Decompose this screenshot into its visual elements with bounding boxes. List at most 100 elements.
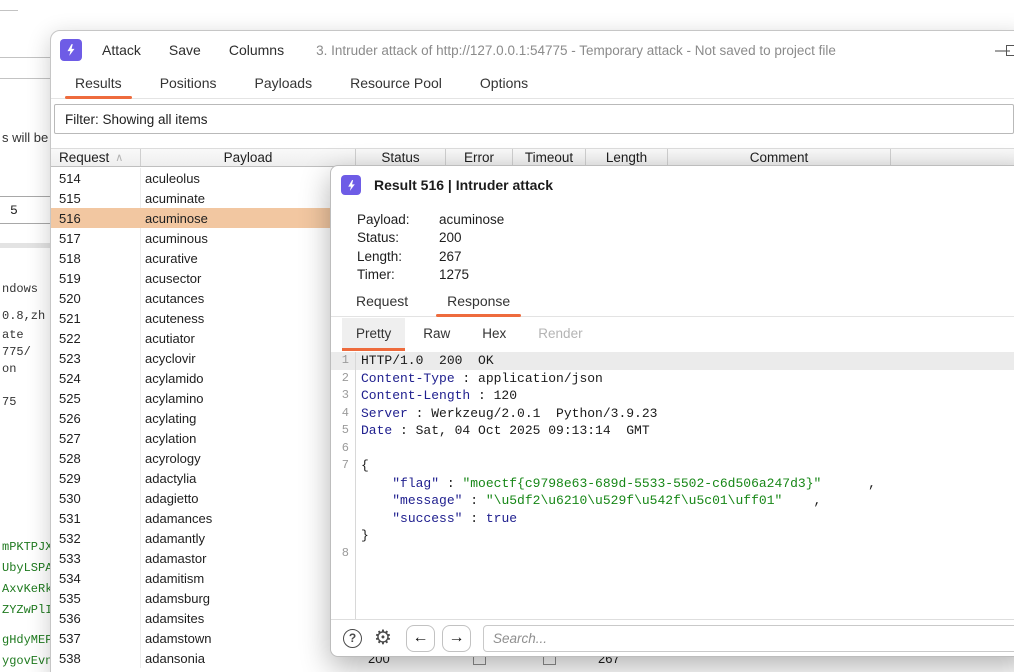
code-line: 5Date : Sat, 04 Oct 2025 09:13:14 GMT xyxy=(331,422,1014,440)
tab-payloads[interactable]: Payloads xyxy=(241,69,327,98)
code-line: 7{ xyxy=(331,457,1014,475)
tab-response[interactable]: Response xyxy=(433,288,524,316)
line-number: 7 xyxy=(331,457,349,475)
column-header-length[interactable]: Length xyxy=(586,149,668,166)
cell-payload: acuminose xyxy=(141,208,356,228)
cell-request: 514 xyxy=(51,168,141,188)
column-label: Comment xyxy=(750,150,809,165)
view-tab-pretty[interactable]: Pretty xyxy=(342,318,405,351)
window-titlebar: AttackSaveColumns 3. Intruder attack of … xyxy=(51,31,1014,69)
line-number: 3 xyxy=(331,387,349,405)
cell-request: 520 xyxy=(51,288,141,308)
menu-bar: AttackSaveColumns xyxy=(82,42,298,58)
code-segment-plain: , xyxy=(782,493,821,508)
code-text: { xyxy=(349,457,369,475)
maximize-button[interactable] xyxy=(1006,45,1014,56)
cell-request: 527 xyxy=(51,428,141,448)
cell-payload: acyrology xyxy=(141,448,356,468)
line-number: 5 xyxy=(331,422,349,440)
cell-payload: acylamido xyxy=(141,368,356,388)
cell-request: 528 xyxy=(51,448,141,468)
cell-request: 537 xyxy=(51,628,141,648)
column-header-payload[interactable]: Payload xyxy=(141,149,356,166)
background-text-fragment: s will be xyxy=(2,130,48,145)
column-header-status[interactable]: Status xyxy=(356,149,446,166)
cell-payload: adagietto xyxy=(141,488,356,508)
response-editor[interactable]: 1HTTP/1.0 200 OK2Content-Type : applicat… xyxy=(331,352,1014,619)
cell-request: 530 xyxy=(51,488,141,508)
search-input[interactable] xyxy=(483,625,1014,652)
popup-titlebar: Result 516 | Intruder attack xyxy=(331,166,1014,204)
background-window-edge xyxy=(0,57,50,58)
cell-request: 517 xyxy=(51,228,141,248)
code-text: } xyxy=(349,527,369,545)
code-text xyxy=(349,440,361,458)
line-number: 2 xyxy=(331,370,349,388)
column-label: Status xyxy=(381,150,419,165)
background-field-fragment: 5 xyxy=(0,196,50,224)
view-mode-tabbar: PrettyRawHexRender xyxy=(331,318,1014,351)
cell-payload: acuminous xyxy=(141,228,356,248)
tab-options[interactable]: Options xyxy=(466,69,542,98)
code-line: 2Content-Type : application/json xyxy=(331,370,1014,388)
help-icon[interactable]: ? xyxy=(343,629,362,648)
burp-intruder-icon xyxy=(60,39,82,61)
info-row: Payload:acuminose xyxy=(357,210,504,229)
tab-positions[interactable]: Positions xyxy=(146,69,231,98)
column-header-comment[interactable]: Comment xyxy=(668,149,891,166)
column-header-error[interactable]: Error xyxy=(446,149,513,166)
tab-request[interactable]: Request xyxy=(342,288,422,316)
view-tab-render[interactable]: Render xyxy=(524,318,596,351)
cell-payload: acutances xyxy=(141,288,356,308)
view-tab-hex[interactable]: Hex xyxy=(468,318,520,351)
background-text-fragment: UbyLSPA xyxy=(2,561,52,575)
column-label: Timeout xyxy=(525,150,573,165)
code-line: "flag" : "moectf{c9798e63-689d-5533-5502… xyxy=(331,475,1014,493)
column-header-request[interactable]: Request∧ xyxy=(51,149,141,166)
cell-payload: adamitism xyxy=(141,568,356,588)
code-segment-plain: : xyxy=(392,423,415,438)
column-header-spacer[interactable] xyxy=(891,149,1014,166)
code-segment-plain: Sat, 04 Oct 2025 09:13:14 GMT xyxy=(416,423,650,438)
cell-request: 525 xyxy=(51,388,141,408)
info-label: Status: xyxy=(357,230,439,245)
line-number: 4 xyxy=(331,405,349,423)
cell-payload: adamstown xyxy=(141,628,356,648)
background-text-fragment: 75 xyxy=(2,395,16,409)
tab-resource-pool[interactable]: Resource Pool xyxy=(336,69,456,98)
background-text-fragment: mPKTPJX xyxy=(2,540,52,554)
line-number xyxy=(331,492,349,510)
cell-payload: acylating xyxy=(141,408,356,428)
cell-payload: adamsburg xyxy=(141,588,356,608)
filter-bar[interactable]: Filter: Showing all items xyxy=(54,104,1014,134)
settings-gear-icon[interactable]: ⚙ xyxy=(374,629,392,648)
cell-request: 522 xyxy=(51,328,141,348)
menu-save[interactable]: Save xyxy=(155,42,215,58)
code-line: 8 xyxy=(331,545,1014,563)
info-row: Timer:1275 xyxy=(357,266,504,285)
menu-columns[interactable]: Columns xyxy=(215,42,298,58)
view-tab-raw[interactable]: Raw xyxy=(409,318,464,351)
search-next-button[interactable]: → xyxy=(442,625,471,652)
column-header-timeout[interactable]: Timeout xyxy=(513,149,586,166)
code-segment-plain: 120 xyxy=(494,388,517,403)
background-text-fragment: 0.8,zh xyxy=(2,309,45,323)
cell-request: 526 xyxy=(51,408,141,428)
result-516-window: Result 516 | Intruder attack Payload:acu… xyxy=(330,165,1014,657)
code-text: "message" : "\u5df2\u6210\u529f\u542f\u5… xyxy=(349,492,821,510)
background-text-fragment: ZYZwPlI xyxy=(2,603,52,617)
search-previous-button[interactable]: ← xyxy=(406,625,435,652)
line-number: 6 xyxy=(331,440,349,458)
tab-results[interactable]: Results xyxy=(61,69,136,98)
code-line: 1HTTP/1.0 200 OK xyxy=(331,352,1014,370)
code-segment-plain xyxy=(361,511,392,526)
code-line: "message" : "\u5df2\u6210\u529f\u542f\u5… xyxy=(331,492,1014,510)
cell-request: 532 xyxy=(51,528,141,548)
info-row: Status:200 xyxy=(357,229,504,248)
cell-payload: adactylia xyxy=(141,468,356,488)
menu-attack[interactable]: Attack xyxy=(88,42,155,58)
cell-request: 536 xyxy=(51,608,141,628)
filter-text: Filter: Showing all items xyxy=(65,112,208,127)
code-line: } xyxy=(331,527,1014,545)
cell-request: 521 xyxy=(51,308,141,328)
